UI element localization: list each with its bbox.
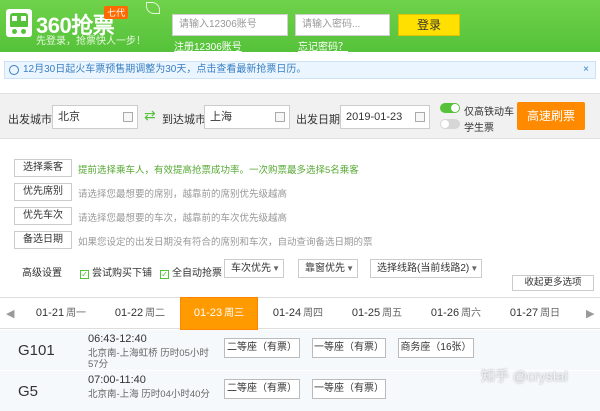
advanced-settings-label: 高级设置 <box>22 268 62 279</box>
header: 360抢票 七代 先登录，抢票快人一步！ 请输入12306账号 请输入密码...… <box>0 0 600 53</box>
select-passenger-button[interactable]: 选择乘客 <box>14 159 72 177</box>
train-logo-icon <box>6 9 32 37</box>
alternate-date-button[interactable]: 备选日期 <box>14 231 72 249</box>
close-icon[interactable]: × <box>583 62 589 78</box>
lower-berth-checkbox[interactable]: ✓ 尝试购买下铺 <box>80 264 152 279</box>
train-number: G5 <box>18 383 39 400</box>
watermark: 知乎 @crystal <box>481 368 568 384</box>
from-city-input[interactable]: 北京 <box>52 105 138 129</box>
date-tab[interactable]: 01-22 周二 <box>101 298 179 328</box>
register-link[interactable]: 注册12306账号 <box>174 38 242 53</box>
refresh-tickets-button[interactable]: 高速刷票 <box>517 102 585 130</box>
chevron-right-icon[interactable]: ▶ <box>586 307 594 320</box>
student-toggle[interactable] <box>440 119 460 129</box>
auto-grab-checkbox[interactable]: ✓ 全自动抢票 <box>160 264 222 279</box>
train-priority-button[interactable]: 优先车次 <box>14 207 72 225</box>
chevron-left-icon[interactable]: ◀ <box>6 307 14 320</box>
username-input[interactable]: 请输入12306账号 <box>172 14 288 36</box>
date-tab[interactable]: 01-24 周四 <box>259 298 337 328</box>
seat-priority-button[interactable]: 优先席别 <box>14 183 72 201</box>
route-select[interactable]: 选择线路(当前线路2) ▼ <box>370 259 483 278</box>
date-tab[interactable]: 01-27 周日 <box>496 298 574 328</box>
chevron-down-icon: ▼ <box>470 264 479 273</box>
leaf-icon <box>146 2 160 14</box>
notice-text[interactable]: 12月30日起火车票预售期调整为30天，点击查看最新抢票日历。 <box>23 64 306 75</box>
highspeed-label: 仅高铁动车 <box>464 107 514 118</box>
chevron-down-icon: ▼ <box>272 264 280 273</box>
info-icon <box>9 65 19 75</box>
train-row[interactable]: G101 06:43-12:40 北京南-上海虹桥 历时05小时 57分 二等座（… <box>0 330 600 370</box>
date-label: 出发日期 <box>296 114 340 126</box>
student-label: 学生票 <box>464 123 494 134</box>
train-route: 北京南-上海虹桥 历时05小时 57分 <box>88 348 209 370</box>
date-input[interactable]: 2019-01-23 <box>340 105 430 129</box>
highspeed-toggle[interactable] <box>440 103 460 113</box>
seat-hint: 请选择您最想要的席别，越靠前的席别优先级越高 <box>78 189 288 200</box>
date-tab[interactable]: 01-21 周一 <box>22 298 100 328</box>
date-tab[interactable]: 01-26 周六 <box>417 298 495 328</box>
edition-badge: 七代 <box>104 6 129 19</box>
login-button[interactable]: 登录 <box>398 14 460 36</box>
seat-business-class[interactable]: 商务座（16张） <box>398 338 474 358</box>
seat-second-class[interactable]: 二等座（有票） <box>224 338 300 358</box>
date-tabs: ◀ 01-21 周一 01-22 周二 01-23 周三 01-24 周四 01-25 周五 01-… <box>0 297 600 330</box>
to-city-label: 到达城市 <box>162 114 206 126</box>
train-time: 06:43-12:40 <box>88 333 147 345</box>
from-city-label: 出发城市 <box>8 114 52 126</box>
date-tab[interactable]: 01-25 周五 <box>338 298 416 328</box>
seat-first-class[interactable]: 一等座（有票） <box>312 338 386 358</box>
seat-first-class[interactable]: 一等座（有票） <box>312 379 386 399</box>
train-time: 07:00-11:40 <box>88 374 146 386</box>
seat-second-class[interactable]: 二等座（有票） <box>224 379 300 399</box>
train-number: G101 <box>18 342 55 359</box>
date-tab[interactable]: 01-23 周三 <box>180 297 258 330</box>
notice-bar[interactable]: 12月30日起火车票预售期调整为30天，点击查看最新抢票日历。 × <box>4 61 596 79</box>
calendar-icon[interactable] <box>415 112 425 122</box>
chevron-down-icon: ▼ <box>346 264 354 273</box>
swap-icon[interactable]: ⇄ <box>144 107 156 124</box>
forgot-password-link[interactable]: 忘记密码？ <box>298 38 348 53</box>
search-bar: 出发城市 北京 ⇄ 到达城市 上海 出发日期 2019-01-23 仅高铁动车 … <box>0 93 600 139</box>
window-priority-select[interactable]: 靠窗优先 ▼ <box>298 259 358 278</box>
train-route: 北京南-上海 历时04小时40分 <box>88 389 210 400</box>
collapse-options-button[interactable]: 收起更多选项 <box>512 275 594 291</box>
train-priority-select[interactable]: 车次优先 ▼ <box>224 259 284 278</box>
train-hint: 请选择您最想要的车次，越靠前的车次优先级越高 <box>78 213 288 224</box>
alternate-date-hint: 如果您设定的出发日期没有符合的席别和车次，自动查询备选日期的票 <box>78 237 373 248</box>
passenger-hint: 提前选择乘车人，有效提高抢票成功率。一次购票最多选择5名乘客 <box>78 165 359 176</box>
slogan: 先登录，抢票快人一步！ <box>36 36 146 47</box>
city-picker-icon[interactable] <box>123 112 133 122</box>
city-picker-icon[interactable] <box>275 112 285 122</box>
check-icon: ✓ <box>160 270 169 279</box>
check-icon: ✓ <box>80 270 89 279</box>
password-input[interactable]: 请输入密码... <box>295 14 390 36</box>
to-city-input[interactable]: 上海 <box>204 105 290 129</box>
